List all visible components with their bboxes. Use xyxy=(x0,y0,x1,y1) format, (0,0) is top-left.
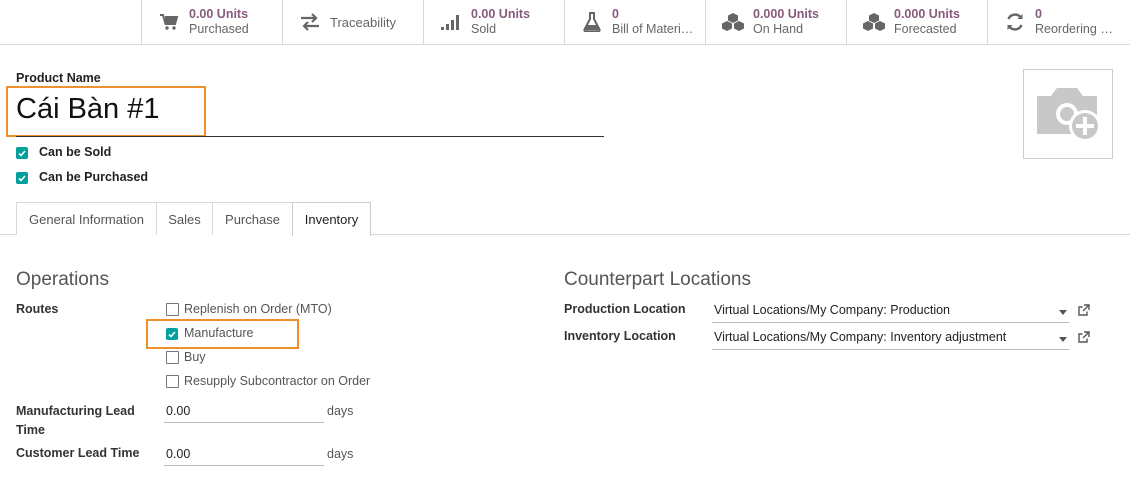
traceability-smart-button[interactable]: Traceability xyxy=(282,0,423,44)
production-location-external-link-icon[interactable] xyxy=(1077,304,1090,320)
tab-sales[interactable]: Sales xyxy=(156,202,213,235)
bom-label: Bill of Materi… xyxy=(612,22,694,36)
cubes-icon xyxy=(863,11,885,33)
operations-title: Operations xyxy=(16,269,109,290)
tab-general-information[interactable]: General Information xyxy=(16,202,157,235)
product-name-input[interactable]: Cái Bàn #1 xyxy=(16,93,160,126)
product-name-underline xyxy=(16,136,604,137)
can-be-sold-checkbox[interactable] xyxy=(16,147,28,159)
customer-lead-time-underline xyxy=(164,465,324,466)
bom-value: 0 xyxy=(612,7,619,21)
signal-bars-icon xyxy=(440,11,462,33)
mfg-lead-time-label-line2: Time xyxy=(16,423,45,437)
flask-icon xyxy=(581,11,603,33)
production-location-underline xyxy=(712,322,1069,323)
counterpart-title: Counterpart Locations xyxy=(564,269,751,290)
can-be-purchased-label: Can be Purchased xyxy=(39,170,149,184)
camera-add-icon xyxy=(1033,82,1103,147)
route-mto-label: Replenish on Order (MTO) xyxy=(184,302,332,316)
refresh-icon xyxy=(1004,11,1026,33)
reordering-smart-button[interactable]: 0 Reordering R… xyxy=(987,0,1130,44)
product-image[interactable] xyxy=(1023,69,1113,159)
purchased-label: Purchased xyxy=(189,22,249,36)
forecasted-smart-button[interactable]: 0.000 Units Forecasted xyxy=(846,0,987,44)
routes-label: Routes xyxy=(16,302,59,316)
customer-lead-time-input[interactable]: 0.00 xyxy=(166,447,190,461)
forecasted-label: Forecasted xyxy=(894,22,957,36)
on-hand-label: On Hand xyxy=(753,22,804,36)
mfg-lead-time-label-line1: Manufacturing Lead xyxy=(16,404,135,418)
sold-value: 0.00 Units xyxy=(471,7,531,21)
inventory-location-select[interactable]: Virtual Locations/My Company: Inventory … xyxy=(714,330,1006,344)
bom-smart-button[interactable]: 0 Bill of Materi… xyxy=(564,0,705,44)
inventory-location-caret-icon[interactable] xyxy=(1059,337,1067,342)
tab-inventory[interactable]: Inventory xyxy=(292,202,371,236)
traceability-label: Traceability xyxy=(330,14,396,30)
customer-lead-time-label: Customer Lead Time xyxy=(16,446,140,460)
mfg-lead-time-underline xyxy=(164,422,324,423)
production-location-select[interactable]: Virtual Locations/My Company: Production xyxy=(714,303,950,317)
on-hand-value: 0.000 Units xyxy=(753,7,820,21)
cubes-icon xyxy=(722,11,744,33)
product-name-label: Product Name xyxy=(16,71,101,85)
mfg-lead-time-unit: days xyxy=(327,404,354,418)
production-location-caret-icon[interactable] xyxy=(1059,310,1067,315)
reordering-label: Reordering R… xyxy=(1035,22,1121,36)
route-mto-checkbox[interactable] xyxy=(166,303,179,316)
mfg-lead-time-input[interactable]: 0.00 xyxy=(166,404,190,418)
customer-lead-time-unit: days xyxy=(327,447,354,461)
exchange-arrows-icon xyxy=(299,11,321,33)
inventory-location-label: Inventory Location xyxy=(564,329,676,343)
can-be-sold-label: Can be Sold xyxy=(39,145,112,159)
reordering-value: 0 xyxy=(1035,7,1042,21)
mfg-lead-time-label: Manufacturing Lead Time xyxy=(16,402,135,440)
production-location-label: Production Location xyxy=(564,302,686,316)
inventory-location-external-link-icon[interactable] xyxy=(1077,331,1090,347)
route-subcontractor-label: Resupply Subcontractor on Order xyxy=(184,374,371,388)
sold-label: Sold xyxy=(471,22,497,36)
smart-buttons-bar: 0.00 Units Purchased Traceability 0.00 U… xyxy=(0,0,1130,45)
route-manufacture-checkbox[interactable] xyxy=(166,328,178,340)
on-hand-smart-button[interactable]: 0.000 Units On Hand xyxy=(705,0,846,44)
can-be-purchased-checkbox[interactable] xyxy=(16,172,28,184)
route-buy-checkbox[interactable] xyxy=(166,351,179,364)
cart-icon xyxy=(158,11,180,33)
purchased-smart-button[interactable]: 0.00 Units Purchased xyxy=(141,0,282,44)
route-buy-label: Buy xyxy=(184,350,206,364)
route-manufacture-label: Manufacture xyxy=(184,326,254,340)
sold-smart-button[interactable]: 0.00 Units Sold xyxy=(423,0,564,44)
forecasted-value: 0.000 Units xyxy=(894,7,961,21)
purchased-value: 0.00 Units xyxy=(189,7,249,21)
tab-purchase[interactable]: Purchase xyxy=(212,202,293,235)
route-subcontractor-checkbox[interactable] xyxy=(166,375,179,388)
inventory-location-underline xyxy=(712,349,1069,350)
